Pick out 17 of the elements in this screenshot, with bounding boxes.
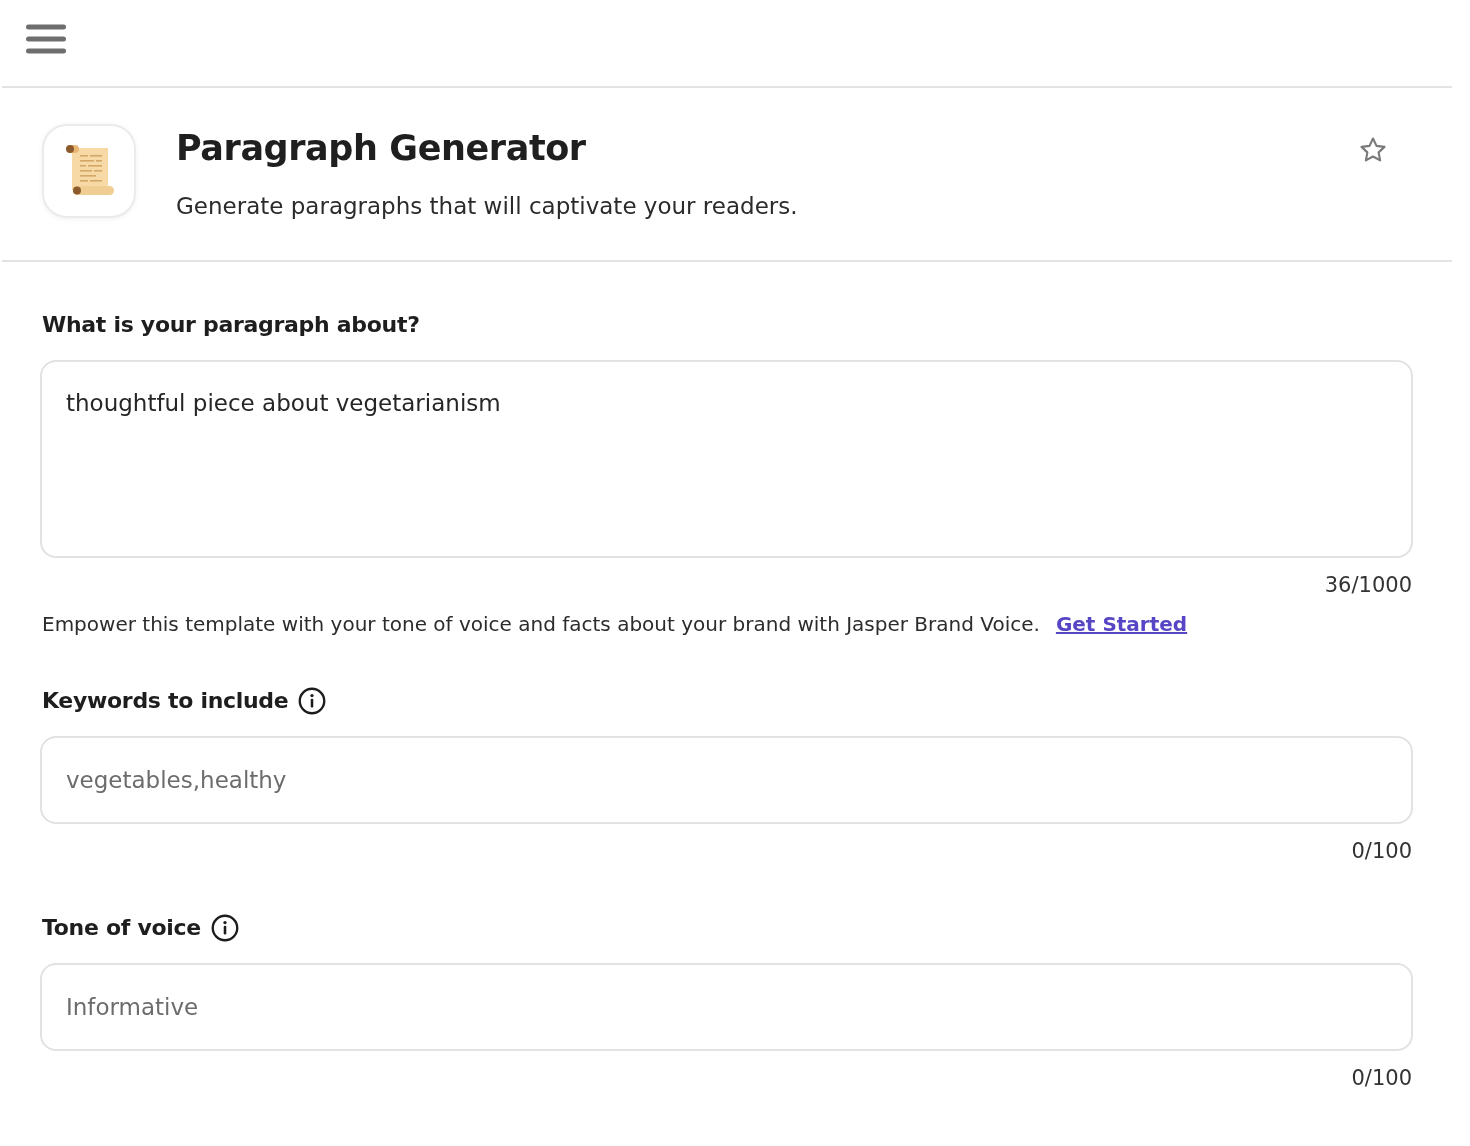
brand-voice-note: Empower this template with your tone of voice and facts about your brand with Jasper Brand Voice. Get Started: [42, 611, 1189, 637]
character-count: 0/100: [1350, 1065, 1413, 1091]
info-icon[interactable]: [210, 914, 239, 942]
info-icon[interactable]: [298, 687, 327, 715]
text-area[interactable]: thoughtful piece about vegetarianism: [40, 360, 1413, 558]
scroll-icon: [42, 124, 136, 218]
character-count: 0/100: [1350, 838, 1413, 864]
field-label: What is your paragraph about?: [42, 311, 420, 339]
get-started-link[interactable]: Get Started: [1055, 612, 1188, 636]
character-count: 36/1000: [1323, 572, 1413, 598]
page-subtitle: Generate paragraphs that will captivate your readers.: [176, 192, 798, 221]
text-input[interactable]: Informative: [40, 963, 1413, 1051]
text-input[interactable]: vegetables,healthy: [40, 736, 1413, 824]
page-title: Paragraph Generator: [176, 127, 587, 170]
menu-icon[interactable]: [26, 24, 66, 54]
field-label: Tone of voice: [42, 914, 201, 942]
field-label: Keywords to include: [42, 687, 289, 715]
